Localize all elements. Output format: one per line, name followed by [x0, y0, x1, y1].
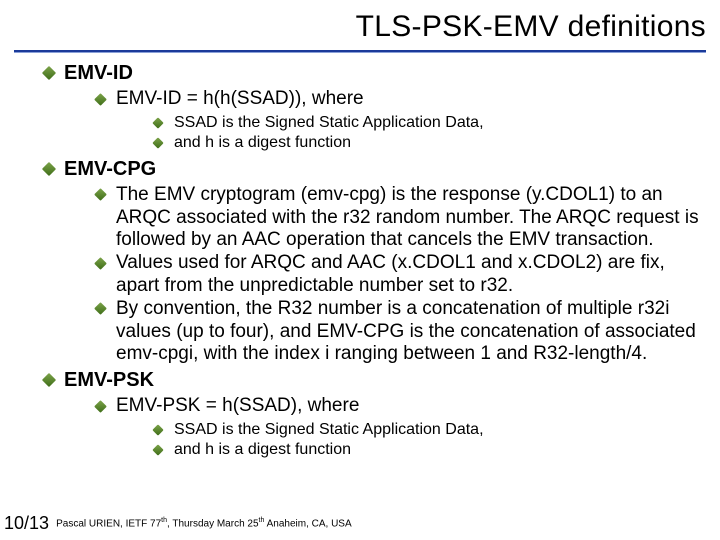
emv-psk-definition-text: EMV-PSK = h(SSAD), where — [116, 395, 359, 416]
section-emv-id: EMV-ID EMV-ID = h(h(SSAD)), where SSAD i… — [40, 61, 700, 153]
emv-id-sub-ssad: SSAD is the Signed Static Application Da… — [150, 113, 700, 133]
page-current: 10 — [4, 513, 24, 533]
emv-psk-sub-ssad: SSAD is the Signed Static Application Da… — [150, 420, 700, 440]
footer-cite-pre: Pascal URIEN, IETF 77 — [56, 518, 161, 529]
emv-id-definition: EMV-ID = h(h(SSAD)), where SSAD is the S… — [92, 88, 700, 153]
emv-id-definition-text: EMV-ID = h(h(SSAD)), where — [116, 88, 364, 109]
footer-cite-mid: , Thursday March 25 — [167, 518, 259, 529]
slide: TLS-PSK-EMV definitions EMV-ID EMV-ID = … — [0, 0, 720, 540]
footer-citation: Pascal URIEN, IETF 77th, Thursday March … — [56, 517, 352, 529]
footer: 10/13 Pascal URIEN, IETF 77th, Thursday … — [4, 514, 352, 532]
section-emv-psk: EMV-PSK EMV-PSK = h(SSAD), where SSAD is… — [40, 368, 700, 460]
page-number: 10/13 — [4, 514, 49, 532]
title-rule — [14, 50, 706, 53]
emv-cpg-para-1: The EMV cryptogram (emv-cpg) is the resp… — [92, 184, 700, 252]
heading-emv-cpg: EMV-CPG — [64, 158, 156, 180]
footer-cite-post: Anaheim, CA, USA — [264, 518, 351, 529]
emv-psk-definition: EMV-PSK = h(SSAD), where SSAD is the Sig… — [92, 395, 700, 460]
emv-id-sub-digest: and h is a digest function — [150, 133, 700, 153]
section-emv-cpg: EMV-CPG The EMV cryptogram (emv-cpg) is … — [40, 157, 700, 366]
emv-psk-sub-digest: and h is a digest function — [150, 440, 700, 460]
slide-title: TLS-PSK-EMV definitions — [0, 0, 720, 50]
heading-emv-psk: EMV-PSK — [64, 369, 154, 391]
slide-content: EMV-ID EMV-ID = h(h(SSAD)), where SSAD i… — [0, 61, 720, 460]
heading-emv-id: EMV-ID — [64, 62, 133, 84]
emv-cpg-para-3: By convention, the R32 number is a conca… — [92, 298, 700, 366]
emv-cpg-para-2: Values used for ARQC and AAC (x.CDOL1 an… — [92, 252, 700, 298]
page-total: 13 — [29, 513, 49, 533]
